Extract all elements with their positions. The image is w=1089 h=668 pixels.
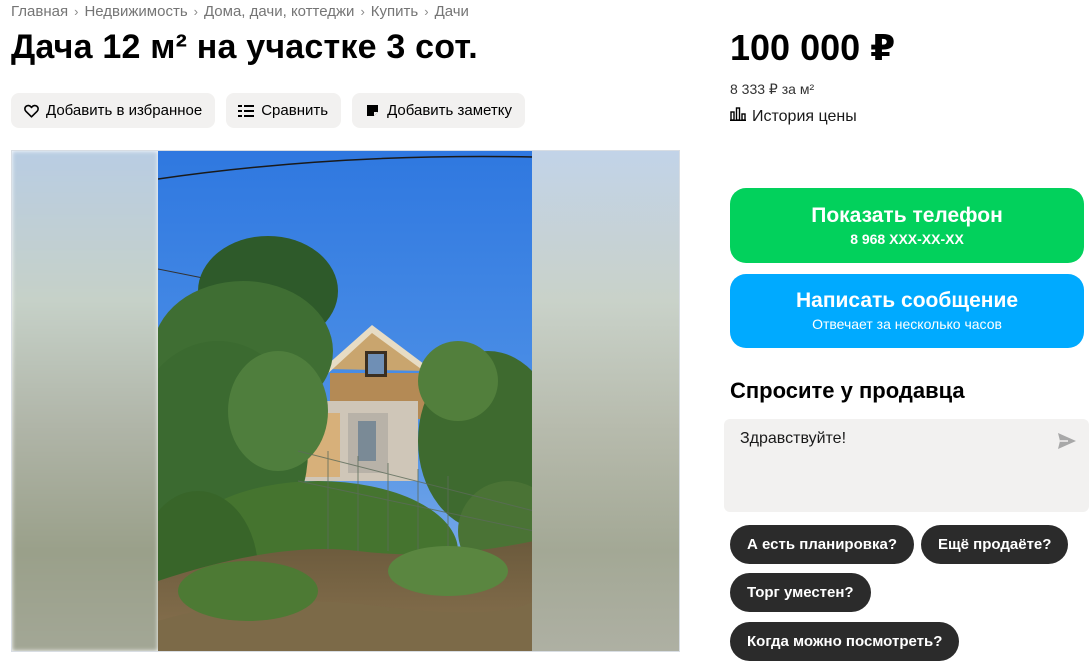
ask-seller-input-value: Здравствуйте! [740,430,847,447]
main-photo[interactable] [158,151,534,651]
breadcrumb: Главная › Недвижимость › Дома, дачи, кот… [11,3,469,20]
show-phone-button[interactable]: Показать телефон 8 968 XXX-XX-XX [730,188,1084,263]
breadcrumb-separator: › [74,4,79,19]
photo-gallery[interactable] [11,150,680,652]
quick-question-chip[interactable]: Торг уместен? [730,573,871,612]
ask-seller-title: Спросите у продавца [730,378,965,403]
breadcrumb-item-houses[interactable]: Дома, дачи, коттеджи [204,3,354,20]
page-title: Дача 12 м² на участке 3 сот. [11,28,478,66]
breadcrumb-item-realty[interactable]: Недвижимость [84,3,187,20]
breadcrumb-separator: › [360,4,365,19]
breadcrumb-separator: › [424,4,429,19]
breadcrumb-item-buy[interactable]: Купить [371,3,418,20]
quick-question-chip[interactable]: Ещё продаёте? [921,525,1069,564]
add-note-button[interactable]: Добавить заметку [352,93,525,128]
breadcrumb-item-dachas[interactable]: Дачи [435,3,469,20]
add-note-label: Добавить заметку [387,102,512,119]
price: 100 000 ₽ [730,27,896,68]
write-message-label: Написать сообщение [795,289,1019,312]
gallery-blur-left [12,151,158,651]
gallery-blur-right [532,151,679,651]
compare-icon [238,103,255,119]
add-to-favorites-button[interactable]: Добавить в избранное [11,93,216,128]
note-icon [364,103,380,119]
price-history-label: История цены [752,107,857,125]
quick-question-chip[interactable]: Когда можно посмотреть? [730,622,960,661]
compare-label: Сравнить [261,102,329,119]
response-time: Отвечает за несколько часов [812,316,1002,332]
price-per-square-meter: 8 333 ₽ за м² [730,81,815,97]
phone-number-masked: 8 968 XXX-XX-XX [850,230,964,247]
listing-actions: Добавить в избранное Сравнить Добавить з… [11,93,525,128]
show-phone-label: Показать телефон [811,203,1003,227]
ask-seller-input[interactable]: Здравствуйте! [724,419,1089,512]
heart-icon [23,103,39,119]
write-message-button[interactable]: Написать сообщение Отвечает за несколько… [730,274,1084,348]
compare-button[interactable]: Сравнить [226,93,342,128]
add-to-favorites-label: Добавить в избранное [46,102,203,119]
quick-question-chip[interactable]: А есть планировка? [730,525,914,564]
breadcrumb-separator: › [193,4,198,19]
price-history-link[interactable]: История цены [730,107,857,126]
send-icon[interactable] [1057,432,1077,450]
breadcrumb-item-home[interactable]: Главная [11,3,68,20]
chart-icon [730,107,746,126]
